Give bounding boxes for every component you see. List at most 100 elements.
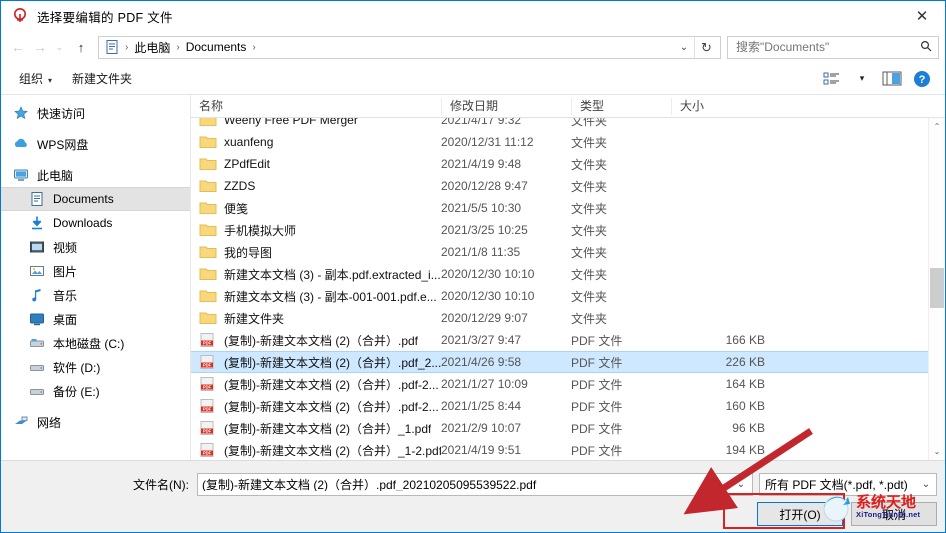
file-list-pane: 名称 修改日期 类型 大小 Weeny Free PDF Merger 2021/… [191,95,945,460]
chevron-down-icon[interactable]: ⌄ [916,479,936,490]
file-name-cell[interactable]: xuanfeng [191,134,441,150]
history-dropdown-icon[interactable]: ⌄ [51,35,68,59]
table-row[interactable]: Weeny Free PDF Merger 2021/4/17 9:32 文件夹 [191,118,945,131]
open-button[interactable]: 打开(O) [757,502,843,526]
table-row[interactable]: PDF (复制)-新建文本文档 (2)（合并）.pdf-2... 2021/1/25… [191,395,945,417]
search-icon[interactable] [914,40,938,55]
file-name-cell[interactable]: PDF (复制)-新建文本文档 (2)（合并）.pdf-2... [191,376,441,393]
sidebar-item-label: 软件 (D:) [53,360,101,375]
cloud-icon [13,136,33,152]
file-name-cell[interactable]: PDF (复制)-新建文本文档 (2)（合并）_1-2.pdf [191,442,441,459]
file-date-cell: 2021/4/19 9:51 [441,443,522,457]
file-name-text: 便笺 [224,201,249,216]
sidebar-item-8[interactable]: 桌面 [1,307,190,331]
sidebar-item-12[interactable]: 网络 [1,410,190,434]
column-header-size[interactable]: 大小 [671,97,781,115]
breadcrumb-separator: › [252,41,256,53]
back-icon[interactable]: ← [7,35,29,59]
file-name-cell[interactable]: ZPdfEdit [191,156,441,172]
file-name-cell[interactable]: 新建文件夹 [191,310,441,327]
table-row[interactable]: 手机模拟大师 2021/3/25 10:25 文件夹 [191,219,945,241]
chevron-down-icon: ▾ [48,76,53,85]
view-dropdown-icon[interactable]: ▾ [847,67,877,91]
filename-input[interactable] [198,477,730,491]
network-icon [13,414,33,430]
new-folder-button[interactable]: 新建文件夹 [62,70,142,87]
sidebar-item-0[interactable]: 快速访问 [1,101,190,125]
sidebar-item-6[interactable]: 图片 [1,259,190,283]
table-row[interactable]: 我的导图 2021/1/8 11:35 文件夹 [191,241,945,263]
desktop-icon [29,311,49,327]
table-row[interactable]: 便笺 2021/5/5 10:30 文件夹 [191,197,945,219]
folder-icon [199,310,219,326]
chevron-down-icon[interactable]: ⌄ [674,42,694,53]
file-name-cell[interactable]: PDF (复制)-新建文本文档 (2)（合并）_1.pdf [191,420,441,437]
table-row[interactable]: PDF (复制)-新建文本文档 (2)（合并）.pdf 2021/3/27 9:47… [191,329,945,351]
sidebar-item-label: 此电脑 [37,168,74,183]
table-row[interactable]: 新建文本文档 (3) - 副本-001-001.pdf.e... 2020/12/… [191,285,945,307]
file-name-cell[interactable]: 新建文本文档 (3) - 副本-001-001.pdf.e... [191,288,441,305]
search-input[interactable] [728,40,914,54]
sidebar-item-label: 网络 [37,415,62,430]
folder-icon [199,288,219,304]
file-name-cell[interactable]: PDF (复制)-新建文本文档 (2)（合并）.pdf [191,332,441,349]
cancel-button[interactable]: 取消 [851,502,937,526]
file-type-cell: 文件夹 [571,179,608,194]
organize-button[interactable]: 组织 ▾ [9,70,62,87]
column-header-type[interactable]: 类型 [571,97,671,115]
file-name-cell[interactable]: PDF (复制)-新建文本文档 (2)（合并）.pdf_2... [191,354,441,371]
column-header-name[interactable]: 名称 [191,98,441,115]
help-icon[interactable]: ? [907,67,937,91]
table-row[interactable]: PDF (复制)-新建文本文档 (2)（合并）.pdf_2... 2021/4/26… [191,351,945,373]
sidebar-item-7[interactable]: 音乐 [1,283,190,307]
table-row[interactable]: 新建文件夹 2020/12/29 9:07 文件夹 [191,307,945,329]
refresh-icon[interactable]: ↻ [694,36,718,58]
file-name-cell[interactable]: Weeny Free PDF Merger [191,118,441,128]
file-date-cell: 2020/12/30 10:10 [441,289,535,303]
filetype-dropdown[interactable]: 所有 PDF 文档(*.pdf, *.pdt) ⌄ [759,472,937,496]
breadcrumb-item-0[interactable]: 此电脑 [129,39,175,56]
scroll-up-icon[interactable]: ⌃ [929,118,945,135]
file-date-cell: 2021/1/27 10:09 [441,377,528,391]
sidebar-item-3[interactable]: Documents [1,187,190,211]
star-icon [13,105,33,121]
up-icon[interactable]: ↑ [68,35,94,59]
dialog-footer: 文件名(N): ⌄ 所有 PDF 文档(*.pdf, *.pdt) ⌄ 打开(O… [1,460,945,532]
sidebar-item-9[interactable]: 本地磁盘 (C:) [1,331,190,355]
file-name-cell[interactable]: 便笺 [191,200,441,217]
breadcrumb-item-1[interactable]: Documents [181,40,252,54]
close-icon[interactable]: ✕ [899,1,945,31]
table-row[interactable]: PDF (复制)-新建文本文档 (2)（合并）.pdf-2... 2021/1/27… [191,373,945,395]
breadcrumb[interactable]: › 此电脑 › Documents › ⌄ ↻ [98,35,721,59]
table-row[interactable]: ZPdfEdit 2021/4/19 9:48 文件夹 [191,153,945,175]
chevron-down-icon[interactable]: ⌄ [730,479,752,490]
sidebar-item-2[interactable]: 此电脑 [1,163,190,187]
filename-field[interactable]: ⌄ [197,472,753,496]
vertical-scrollbar[interactable]: ⌃ ⌄ [928,118,945,460]
sidebar-item-11[interactable]: 备份 (E:) [1,379,190,403]
table-row[interactable]: xuanfeng 2020/12/31 11:12 文件夹 [191,131,945,153]
file-name-cell[interactable]: ZZDS [191,178,441,194]
file-name-cell[interactable]: 手机模拟大师 [191,222,441,239]
forward-icon[interactable]: → [29,35,51,59]
table-row[interactable]: 新建文本文档 (3) - 副本.pdf.extracted_i... 2020/1… [191,263,945,285]
file-name-text: 新建文本文档 (3) - 副本.pdf.extracted_i... [224,267,441,282]
file-name-cell[interactable]: 我的导图 [191,244,441,261]
file-date-cell: 2021/4/26 9:58 [441,355,522,369]
scroll-down-icon[interactable]: ⌄ [929,443,945,460]
sidebar-item-4[interactable]: Downloads [1,211,190,235]
scrollbar-thumb[interactable] [930,268,944,308]
search-box[interactable] [727,35,939,59]
table-row[interactable]: ZZDS 2020/12/28 9:47 文件夹 [191,175,945,197]
preview-pane-icon[interactable] [877,67,907,91]
sidebar-item-5[interactable]: 视频 [1,235,190,259]
file-name-cell[interactable]: PDF (复制)-新建文本文档 (2)（合并）.pdf-2... [191,398,441,415]
view-list-icon[interactable] [817,67,847,91]
table-row[interactable]: PDF (复制)-新建文本文档 (2)（合并）_1-2.pdf 2021/4/19 … [191,439,945,460]
sidebar-item-1[interactable]: WPS网盘 [1,132,190,156]
file-date-cell: 2020/12/29 9:07 [441,311,528,325]
file-name-cell[interactable]: 新建文本文档 (3) - 副本.pdf.extracted_i... [191,266,441,283]
column-header-date[interactable]: 修改日期 [441,97,571,115]
table-row[interactable]: PDF (复制)-新建文本文档 (2)（合并）_1.pdf 2021/2/9 10:… [191,417,945,439]
sidebar-item-10[interactable]: 软件 (D:) [1,355,190,379]
